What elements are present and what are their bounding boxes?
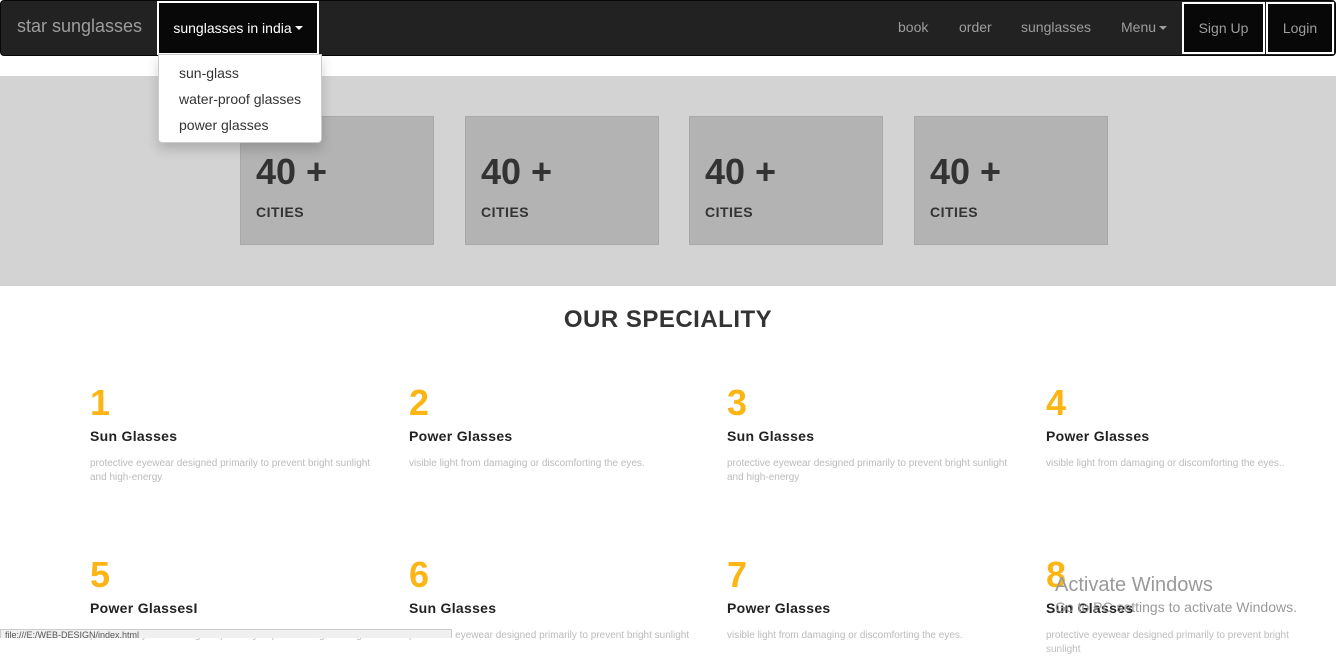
watermark-subtitle: Go to PC settings to activate Windows.	[1055, 599, 1297, 615]
speciality-description: visible light from damaging or discomfor…	[727, 630, 963, 641]
caret-down-icon	[294, 26, 303, 30]
speciality-title: Power Glasses	[1046, 428, 1150, 444]
stat-card: 40 + CITIES	[914, 116, 1108, 245]
speciality-number: 6	[409, 554, 430, 595]
speciality-description: protective eyewear designed primarily to…	[409, 630, 690, 641]
dropdown-toggle-label: sunglasses in india	[173, 20, 292, 36]
speciality-description: protective eyewear designed primarily to…	[727, 458, 1008, 483]
browser-status-bar: file:///E:/WEB-DESIGN/index.html	[0, 629, 452, 638]
speciality-title: Power Glasses	[727, 600, 831, 616]
speciality-number: 1	[90, 382, 111, 423]
brand-link[interactable]: star sunglasses	[17, 16, 142, 37]
speciality-number: 4	[1046, 382, 1067, 423]
speciality-description: protective eyewear designed primarily to…	[1046, 630, 1289, 655]
speciality-number: 7	[727, 554, 748, 595]
speciality-title: Sun Glasses	[727, 428, 815, 444]
nav-link-sunglasses[interactable]: sunglasses	[1021, 19, 1091, 35]
activate-windows-watermark: Activate Windows Go to PC settings to ac…	[1055, 574, 1297, 615]
menu-label: Menu	[1121, 19, 1157, 35]
stat-label: CITIES	[481, 204, 530, 220]
speciality-heading: OUR SPECIALITY	[563, 306, 773, 333]
stat-label: CITIES	[256, 204, 305, 220]
dropdown-item-water-proof-glasses[interactable]: water-proof glasses	[179, 91, 301, 107]
stat-card: 40 + CITIES	[689, 116, 883, 245]
speciality-number: 3	[727, 382, 748, 423]
stat-number: 40 +	[256, 151, 328, 192]
menu-dropdown-toggle[interactable]: Menu	[1121, 19, 1168, 35]
speciality-title: Power GlassesI	[90, 600, 198, 616]
sunglasses-dropdown-menu: sun-glass water-proof glasses power glas…	[158, 54, 322, 143]
speciality-title: Sun Glasses	[90, 428, 178, 444]
speciality-number: 5	[90, 554, 111, 595]
top-navbar: star sunglasses sunglasses in india book…	[0, 0, 1336, 56]
speciality-title: Power Glasses	[409, 428, 513, 444]
nav-link-order[interactable]: order	[959, 19, 992, 35]
stat-number: 40 +	[705, 151, 777, 192]
stat-number: 40 +	[930, 151, 1002, 192]
speciality-number: 2	[409, 382, 430, 423]
sunglasses-in-india-dropdown-toggle[interactable]: sunglasses in india	[157, 1, 319, 55]
dropdown-item-power-glasses[interactable]: power glasses	[179, 117, 269, 133]
speciality-description: protective eyewear designed primarily to…	[90, 458, 371, 483]
speciality-description: visible light from damaging or discomfor…	[1046, 458, 1285, 469]
dropdown-item-sun-glass[interactable]: sun-glass	[179, 65, 239, 81]
stat-label: CITIES	[930, 204, 979, 220]
speciality-title: Sun Glasses	[409, 600, 497, 616]
stat-label: CITIES	[705, 204, 754, 220]
caret-down-icon	[1159, 26, 1168, 31]
speciality-description: visible light from damaging or discomfor…	[409, 458, 645, 469]
nav-link-book[interactable]: book	[898, 19, 928, 35]
sign-up-button[interactable]: Sign Up	[1182, 2, 1265, 54]
stat-card: 40 + CITIES	[465, 116, 659, 245]
stat-number: 40 +	[481, 151, 553, 192]
login-button[interactable]: Login	[1266, 2, 1334, 54]
watermark-title: Activate Windows	[1055, 574, 1213, 596]
